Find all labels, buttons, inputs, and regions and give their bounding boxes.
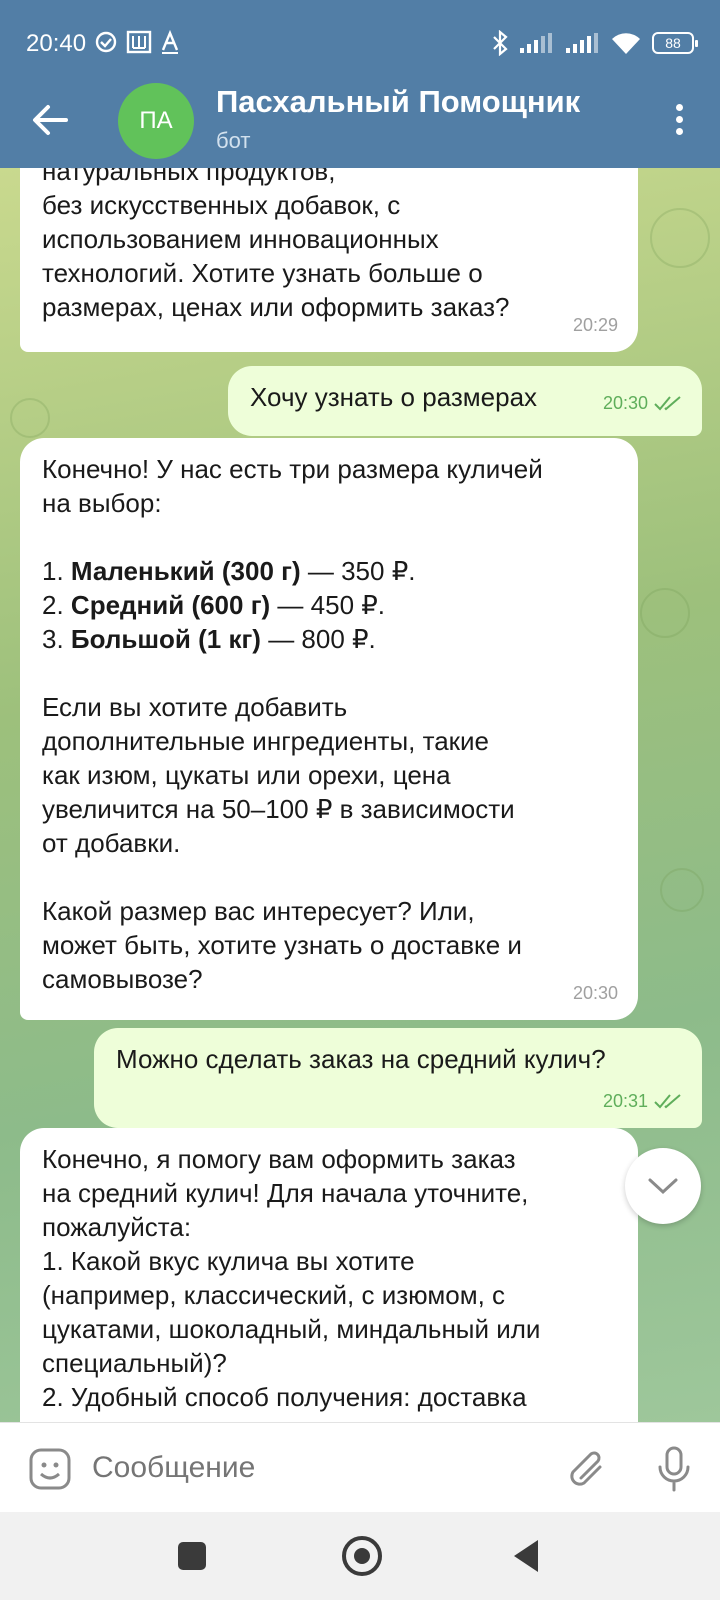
message-outgoing[interactable]: Можно сделать заказ на средний кулич? 20… [94, 1028, 702, 1128]
chevron-down-icon [648, 1178, 678, 1195]
more-menu-icon[interactable] [676, 104, 684, 136]
status-time: 20:40 [26, 30, 87, 57]
message-text: Можно сделать заказ на средний кулич? [116, 1044, 606, 1074]
status-bar: 20:40 88 [0, 0, 720, 86]
message-time: 20:31 [602, 1091, 648, 1111]
message-time: 20:30 [572, 983, 618, 1003]
message-text-partial: натуральных продуктов, [42, 168, 336, 186]
read-double-check-icon [654, 396, 681, 411]
scroll-down-button[interactable] [625, 1148, 701, 1224]
bluetooth-icon [493, 30, 508, 56]
battery-icon: 88 [652, 32, 698, 54]
sync-icon [95, 31, 117, 53]
list-item: 1. Маленький (300 г) — 350 ₽. [42, 556, 416, 586]
message-text: Конечно, я помогу вам оформить заказ на … [42, 1144, 541, 1412]
recent-apps-button[interactable] [178, 1542, 206, 1570]
message-question: Какой размер вас интересует? Или, может … [42, 896, 522, 994]
chat-header: 20:40 88 ПА Пасхальный Помощник бот [0, 0, 720, 168]
font-icon [161, 30, 179, 54]
wifi-icon [612, 33, 640, 54]
message-incoming[interactable]: натуральных продуктов, без искусственных… [20, 168, 638, 352]
home-button[interactable] [342, 1536, 382, 1576]
signal-icon-2 [566, 33, 598, 53]
message-incoming[interactable]: Конечно, я помогу вам оформить заказ на … [20, 1128, 638, 1422]
back-arrow-icon[interactable] [28, 98, 72, 142]
emoji-sticker-icon[interactable] [28, 1447, 72, 1491]
message-addons: Если вы хотите добавить дополнительные и… [42, 692, 515, 858]
read-double-check-icon [654, 1094, 681, 1109]
system-back-button[interactable] [514, 1540, 538, 1572]
message-intro: Конечно! У нас есть три размера куличей … [42, 454, 543, 518]
message-text: без искусственных добавок, с использован… [42, 190, 510, 322]
message-input-bar [0, 1422, 720, 1512]
sizes-list: 1. Маленький (300 г) — 350 ₽. 2. Средний… [42, 554, 616, 656]
system-nav-bar [0, 1512, 720, 1600]
microphone-icon[interactable] [656, 1445, 692, 1493]
chat-area[interactable]: натуральных продуктов, без искусственных… [0, 168, 720, 1422]
message-input[interactable] [92, 1451, 532, 1485]
list-item: 3. Большой (1 кг) — 800 ₽. [42, 624, 376, 654]
attach-clip-icon[interactable] [566, 1445, 610, 1493]
message-time: 20:30 [602, 393, 648, 413]
message-incoming[interactable]: Конечно! У нас есть три размера куличей … [20, 438, 638, 1020]
signal-icon [520, 33, 552, 53]
message-outgoing[interactable]: Хочу узнать о размерах 20:30 [228, 366, 702, 436]
avatar[interactable]: ПА [118, 83, 194, 159]
chat-subtitle: бот [216, 128, 251, 153]
list-item: 2. Средний (600 г) — 450 ₽. [42, 590, 386, 620]
message-time: 20:29 [572, 315, 618, 335]
notification-app-icon [126, 30, 152, 54]
chat-title[interactable]: Пасхальный Помощник [216, 84, 580, 120]
